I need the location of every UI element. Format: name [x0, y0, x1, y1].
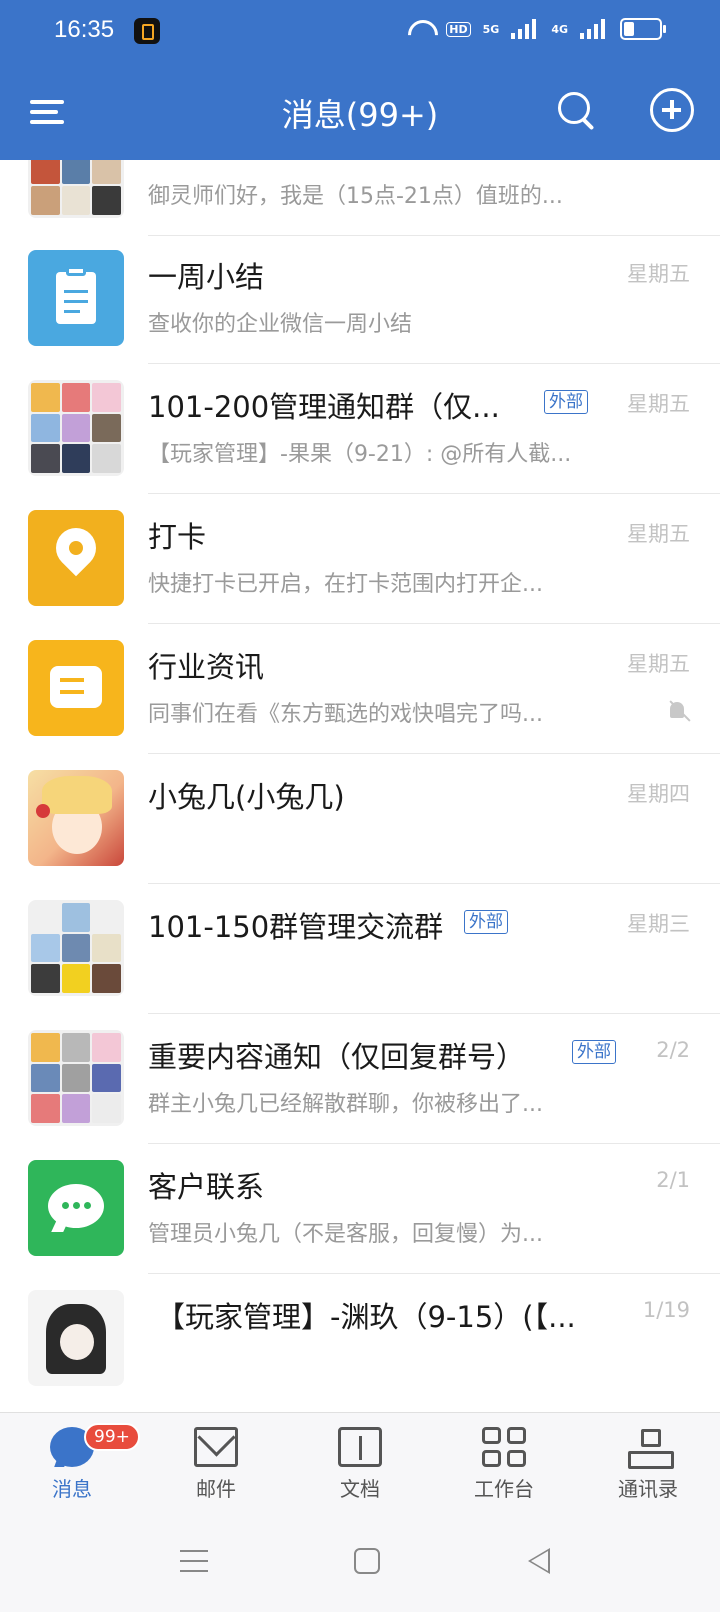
conversation-time: 星期五	[627, 262, 690, 286]
external-tag: 外部	[572, 1040, 616, 1064]
workbench-icon	[482, 1427, 526, 1467]
group-avatar	[28, 900, 124, 996]
conversation-time: 星期五	[627, 652, 690, 676]
unread-badge: 99+	[84, 1423, 140, 1451]
conversation-row[interactable]: 重要内容通知（仅回复群号） 外部 群主小兔几已经解散群聊，你被移出了... 2/…	[0, 1010, 720, 1144]
conversation-row[interactable]: 101-200管理通知群（仅... 外部 【玩家管理】-果果（9-21）: @所…	[0, 360, 720, 494]
conversation-preview: 管理员小兔几（不是客服，回复慢）为...	[148, 1222, 543, 1247]
conversation-preview: 御灵师们好，我是（15点-21点）值班的...	[148, 184, 563, 209]
signal-icon	[511, 19, 539, 39]
tab-workbench[interactable]: 工作台	[432, 1413, 576, 1513]
wifi-icon	[406, 18, 434, 40]
chat-bubble-icon	[28, 1160, 124, 1256]
conversation-preview: 同事们在看《东方甄选的戏快唱完了吗...	[148, 702, 543, 727]
conversation-time: 星期四	[627, 782, 690, 806]
tab-label: 文档	[340, 1477, 380, 1501]
group-avatar	[28, 380, 124, 476]
conversation-name: 行业资讯	[148, 650, 265, 684]
conversation-time: 星期五	[627, 392, 690, 416]
status-time: 16:35	[54, 16, 115, 43]
group-avatar	[28, 1030, 124, 1126]
mute-icon	[666, 700, 690, 724]
conversation-name: 一周小结	[148, 260, 265, 294]
conversation-row[interactable]: 【玩家管理】-渊玖（9-15）(【... 1/19	[0, 1270, 720, 1404]
bottom-tab-bar: 99+ 消息 邮件 文档 工作台 通讯录	[0, 1412, 720, 1512]
conversation-preview: 【玩家管理】-果果（9-21）: @所有人截...	[148, 442, 572, 467]
user-avatar	[28, 1290, 124, 1386]
conversation-preview: 快捷打卡已开启，在打卡范围内打开企...	[148, 572, 543, 597]
title-bar: 消息(99+)	[0, 78, 720, 150]
external-tag: 外部	[464, 910, 508, 934]
tab-label: 邮件	[196, 1477, 236, 1501]
conversation-time: 2/2	[656, 1038, 690, 1062]
conversation-row[interactable]: 客户联系 管理员小兔几（不是客服，回复慢）为... 2/1	[0, 1140, 720, 1274]
conversation-preview: 群主小兔几已经解散群聊，你被移出了...	[148, 1092, 543, 1117]
conversation-name: 小兔几(小兔几)	[148, 780, 345, 814]
system-navigation-bar	[0, 1512, 720, 1612]
search-icon[interactable]	[556, 90, 596, 130]
signal-icon-2	[580, 19, 608, 39]
clipboard-icon	[28, 250, 124, 346]
conversation-row[interactable]: 小兔几(小兔几) 星期四	[0, 750, 720, 884]
conversation-name: 【玩家管理】-渊玖（9-15）(【...	[156, 1300, 576, 1334]
group-avatar	[28, 160, 124, 218]
notification-app-icon	[134, 18, 160, 44]
tab-label: 通讯录	[618, 1477, 678, 1501]
conversation-preview: 查收你的企业微信一周小结	[148, 312, 413, 337]
location-pin-icon	[28, 510, 124, 606]
document-icon	[338, 1427, 382, 1467]
tab-mail[interactable]: 邮件	[144, 1413, 288, 1513]
conversation-name: 客户联系	[148, 1170, 265, 1204]
user-avatar	[28, 770, 124, 866]
conversation-time: 星期五	[627, 522, 690, 546]
mail-icon	[194, 1427, 238, 1467]
home-icon[interactable]	[354, 1548, 380, 1574]
conversation-time: 1/19	[642, 1298, 690, 1322]
conversation-row[interactable]: 101-150群管理交流群 外部 星期三	[0, 880, 720, 1014]
conversation-list[interactable]: 御灵师们好，我是（15点-21点）值班的... 一周小结 查收你的企业微信一周小…	[0, 160, 720, 1412]
conversation-name: 101-150群管理交流群	[148, 910, 444, 944]
tab-documents[interactable]: 文档	[288, 1413, 432, 1513]
conversation-row[interactable]: 打卡 快捷打卡已开启，在打卡范围内打开企... 星期五	[0, 490, 720, 624]
conversation-row[interactable]: 行业资讯 同事们在看《东方甄选的戏快唱完了吗... 星期五	[0, 620, 720, 754]
page-title: 消息(99+)	[281, 96, 439, 134]
top-bar: 16:35 HD 5G 4G 消息(99+)	[0, 0, 720, 160]
tab-contacts[interactable]: 通讯录	[576, 1413, 720, 1513]
conversation-time: 2/1	[656, 1168, 690, 1192]
conversation-name: 打卡	[148, 520, 207, 554]
conversation-name: 重要内容通知（仅回复群号）	[148, 1040, 526, 1074]
external-tag: 外部	[544, 390, 588, 414]
tab-label: 工作台	[474, 1477, 534, 1501]
conversation-name: 101-200管理通知群（仅...	[148, 390, 500, 424]
conversation-row[interactable]: 御灵师们好，我是（15点-21点）值班的...	[0, 160, 720, 236]
add-icon[interactable]	[650, 88, 694, 132]
tab-label: 消息	[52, 1477, 92, 1501]
contacts-icon	[626, 1427, 674, 1469]
conversation-time: 星期三	[627, 912, 690, 936]
recent-apps-icon[interactable]	[180, 1550, 208, 1572]
network-5g-label: 5G	[482, 22, 500, 36]
hd-icon: HD	[446, 21, 471, 37]
status-icons: HD 5G 4G	[406, 18, 666, 40]
tab-messages[interactable]: 99+ 消息	[0, 1413, 144, 1513]
conversation-row[interactable]: 一周小结 查收你的企业微信一周小结 星期五	[0, 230, 720, 364]
status-bar: 16:35 HD 5G 4G	[0, 0, 720, 62]
battery-icon	[620, 18, 666, 40]
network-4g-label: 4G	[551, 22, 568, 36]
news-icon	[28, 640, 124, 736]
back-icon[interactable]	[528, 1548, 550, 1574]
